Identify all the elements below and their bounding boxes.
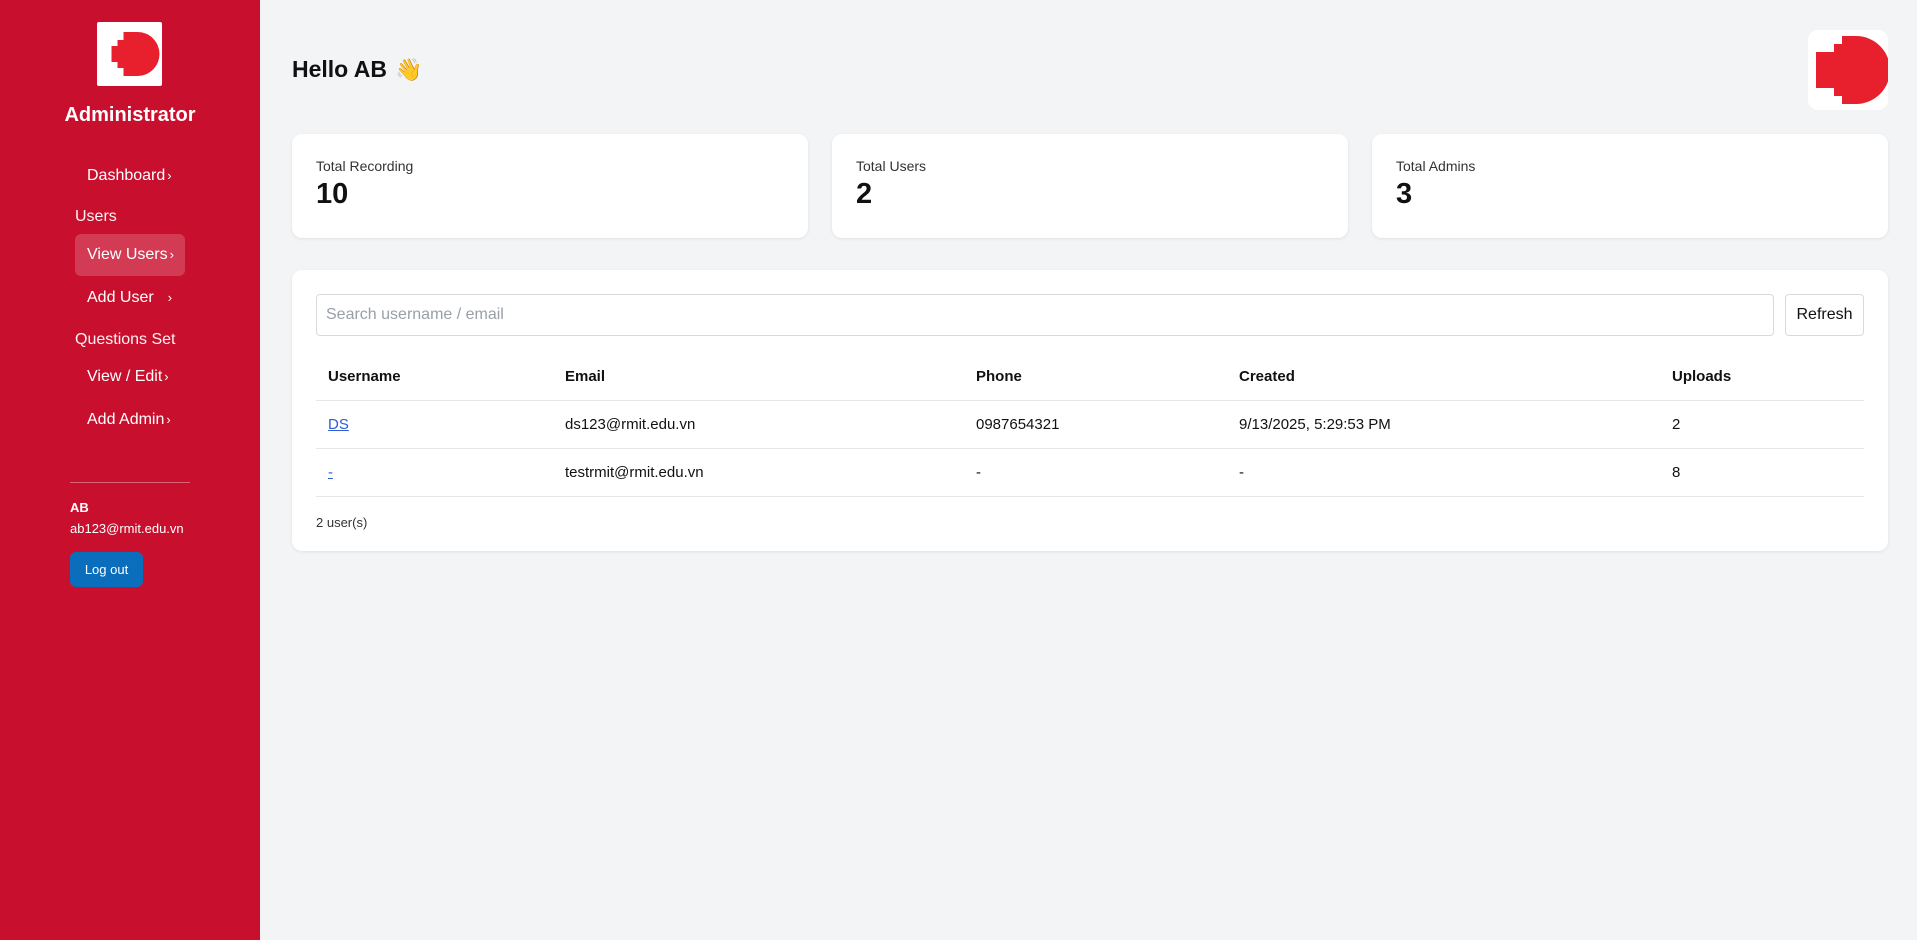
- chevron-right-icon: ›: [164, 369, 169, 384]
- cell-username: -: [316, 448, 553, 497]
- stat-card-total-admins: Total Admins 3: [1372, 134, 1888, 238]
- sidebar-item-label: View Users: [87, 246, 168, 263]
- logo-mark-icon: [1816, 36, 1888, 104]
- chevron-right-icon: ›: [167, 168, 172, 183]
- stat-card-total-recording: Total Recording 10: [292, 134, 808, 238]
- column-header-uploads[interactable]: Uploads: [1660, 354, 1864, 401]
- username-link[interactable]: DS: [328, 416, 349, 433]
- current-user-email: ab123@rmit.edu.vn: [70, 521, 184, 536]
- cell-created: 9/13/2025, 5:29:53 PM: [1227, 400, 1660, 449]
- stat-value: 2: [856, 178, 873, 210]
- cell-created: -: [1227, 448, 1660, 497]
- sidebar-item-view-users[interactable]: View Users ›: [75, 234, 185, 276]
- sidebar-brand: Administrator: [64, 104, 196, 126]
- app-logo: [97, 22, 162, 86]
- section-users: Users: [75, 208, 117, 225]
- cell-username: DS: [316, 400, 553, 449]
- table-row: - testrmit@rmit.edu.vn - - 8: [316, 448, 1864, 497]
- sidebar-item-add-admin[interactable]: Add Admin ›: [75, 399, 185, 441]
- cell-phone: -: [964, 448, 1227, 497]
- cell-email: ds123@rmit.edu.vn: [553, 400, 964, 449]
- header-logo: [1808, 30, 1888, 110]
- user-count: 2 user(s): [316, 515, 368, 530]
- chevron-right-icon: ›: [166, 412, 171, 427]
- column-header-created[interactable]: Created: [1227, 354, 1660, 401]
- sidebar-item-label: Add Admin: [87, 411, 165, 428]
- current-user-name: AB: [70, 500, 89, 515]
- sidebar-item-add-user[interactable]: Add User ›: [75, 277, 185, 319]
- stat-value: 10: [316, 178, 349, 210]
- column-header-email[interactable]: Email: [553, 354, 964, 401]
- stat-value: 3: [1396, 178, 1413, 210]
- users-table: Username Email Phone Created Uploads DS …: [316, 354, 1864, 497]
- sidebar-item-label: Add User: [87, 289, 154, 306]
- cell-uploads: 8: [1660, 448, 1864, 497]
- chevron-right-icon: ›: [167, 290, 173, 305]
- sidebar-item-dashboard[interactable]: Dashboard ›: [75, 155, 185, 197]
- cell-uploads: 2: [1660, 400, 1864, 449]
- sidebar-divider: [70, 482, 190, 483]
- section-questions-set: Questions Set: [75, 331, 176, 348]
- cell-email: testrmit@rmit.edu.vn: [553, 448, 964, 497]
- stat-card-total-users: Total Users 2: [832, 134, 1348, 238]
- column-header-phone[interactable]: Phone: [964, 354, 1227, 401]
- search-input[interactable]: [316, 294, 1774, 336]
- refresh-button[interactable]: Refresh: [1785, 294, 1864, 336]
- stat-label: Total Users: [856, 158, 927, 174]
- table-header-row: Username Email Phone Created Uploads: [316, 354, 1864, 401]
- table-row: DS ds123@rmit.edu.vn 0987654321 9/13/202…: [316, 400, 1864, 449]
- sidebar-item-label: Dashboard: [87, 167, 166, 184]
- stat-label: Total Admins: [1396, 158, 1476, 174]
- stat-label: Total Recording: [316, 158, 414, 174]
- page-greeting: Hello AB 👋: [292, 56, 422, 83]
- cell-phone: 0987654321: [964, 400, 1227, 449]
- username-link[interactable]: -: [328, 464, 333, 481]
- logo-mark-icon: [111, 32, 160, 76]
- sidebar: Administrator Dashboard › Users View User…: [0, 0, 260, 940]
- logout-button[interactable]: Log out: [70, 552, 143, 587]
- sidebar-item-view-edit[interactable]: View / Edit ›: [75, 356, 185, 398]
- greeting-text: Hello AB: [292, 56, 387, 82]
- sidebar-item-label: View / Edit: [87, 368, 163, 385]
- column-header-username[interactable]: Username: [316, 354, 553, 401]
- waving-hand-icon: 👋: [395, 56, 423, 82]
- chevron-right-icon: ›: [169, 247, 174, 262]
- users-panel: Refresh Username Email Phone Created Upl…: [292, 270, 1888, 551]
